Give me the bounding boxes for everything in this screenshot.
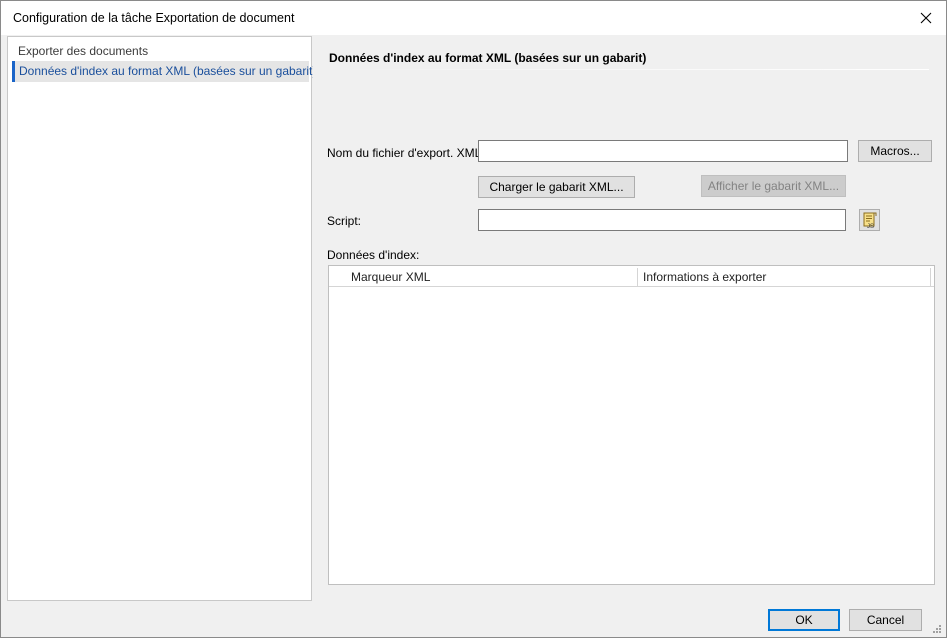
js-script-icon: JS — [863, 212, 876, 229]
column-header-export-info[interactable]: Informations à exporter — [643, 266, 766, 286]
window-title: Configuration de la tâche Exportation de… — [13, 11, 295, 25]
script-input[interactable] — [478, 209, 846, 231]
xml-filename-input[interactable] — [478, 140, 848, 162]
script-editor-button[interactable]: JS — [859, 209, 880, 231]
resize-grip-icon[interactable] — [932, 624, 942, 634]
index-data-table[interactable]: Marqueur XML Informations à exporter — [328, 265, 935, 585]
column-separator[interactable] — [637, 268, 638, 287]
section-title: Données d'index au format XML (basées su… — [329, 51, 647, 65]
dialog-window: Configuration de la tâche Exportation de… — [0, 0, 947, 638]
table-header: Marqueur XML Informations à exporter — [329, 266, 934, 287]
sidebar-item-xml-index-data[interactable]: Données d'index au format XML (basées su… — [12, 61, 316, 82]
filename-label: Nom du fichier d'export. XML: — [327, 146, 485, 160]
show-xml-template-button[interactable]: Afficher le gabarit XML... — [701, 175, 846, 197]
macros-button[interactable]: Macros... — [858, 140, 932, 162]
main-panel: Données d'index au format XML (basées su… — [313, 36, 946, 601]
column-header-xml-marker[interactable]: Marqueur XML — [351, 266, 430, 286]
close-button[interactable] — [912, 5, 940, 31]
close-icon — [920, 12, 932, 24]
index-data-label: Données d'index: — [327, 248, 420, 262]
sidebar-item-export-documents[interactable]: Exporter des documents — [12, 41, 309, 62]
svg-text:JS: JS — [867, 224, 874, 229]
cancel-button[interactable]: Cancel — [849, 609, 922, 631]
column-separator[interactable] — [930, 268, 931, 287]
section-divider — [329, 69, 929, 70]
title-bar: Configuration de la tâche Exportation de… — [1, 1, 946, 35]
load-xml-template-button[interactable]: Charger le gabarit XML... — [478, 176, 635, 198]
sidebar-tree: Exporter des documents Données d'index a… — [7, 36, 316, 601]
ok-button[interactable]: OK — [768, 609, 840, 631]
dialog-footer: OK Cancel — [1, 601, 946, 637]
script-label: Script: — [327, 214, 362, 228]
